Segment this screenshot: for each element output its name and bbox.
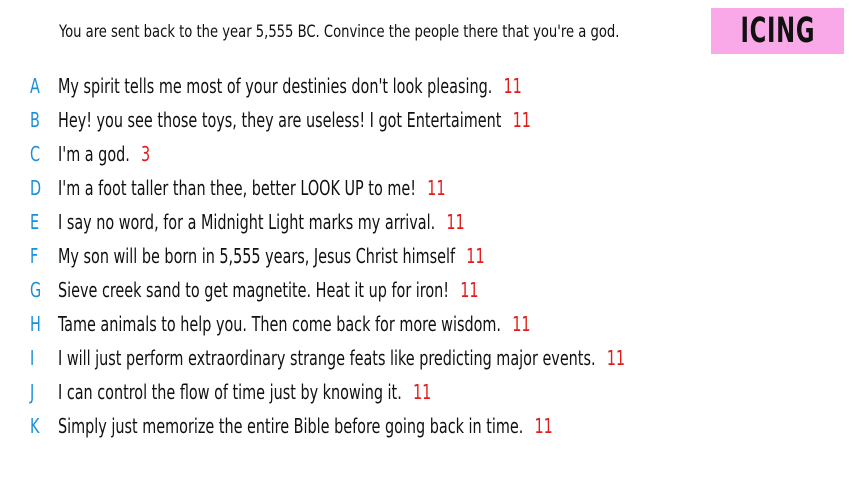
- answer-letter: J: [30, 380, 35, 404]
- answer-text: Tame animals to help you. Then come back…: [58, 312, 501, 336]
- answer-score: 11: [512, 312, 531, 336]
- answer-letter: I: [30, 346, 35, 370]
- answer-score: 11: [460, 278, 479, 302]
- answer-text: My spirit tells me most of your destinie…: [58, 74, 493, 98]
- answer-text: I'm a foot taller than thee, better LOOK…: [58, 176, 416, 200]
- answer-row-e: E I say no word, for a Midnight Light ma…: [0, 207, 853, 237]
- answer-text: I can control the flow of time just by k…: [58, 380, 402, 404]
- answer-letter: F: [30, 244, 39, 268]
- answer-score: 11: [412, 380, 432, 404]
- answer-score: 11: [446, 210, 465, 234]
- answer-score: 11: [466, 244, 485, 268]
- answer-text: Simply just memorize the entire Bible be…: [58, 414, 524, 438]
- answer-row-j: J I can control the flow of time just by…: [0, 377, 853, 407]
- answer-letter: H: [30, 312, 41, 336]
- answer-score: 11: [534, 414, 553, 438]
- answer-row-h: H Tame animals to help you. Then come ba…: [0, 309, 853, 339]
- answer-score: 11: [427, 176, 446, 200]
- answer-letter: B: [30, 108, 40, 132]
- answer-text: Sieve creek sand to get magnetite. Heat …: [58, 278, 450, 302]
- answer-letter: C: [30, 142, 41, 166]
- answer-row-i: I I will just perform extraordinary stra…: [0, 343, 853, 373]
- answer-score: 11: [503, 74, 522, 98]
- answer-text: I will just perform extraordinary strang…: [58, 346, 596, 370]
- answer-score: 11: [512, 108, 531, 132]
- answer-row-a: A My spirit tells me most of your destin…: [0, 71, 853, 101]
- answer-letter: E: [30, 210, 40, 234]
- question-prompt: You are sent back to the year 5,555 BC. …: [59, 22, 620, 42]
- answer-text: I say no word, for a Midnight Light mark…: [58, 210, 436, 234]
- answer-text: Hey! you see those toys, they are useles…: [58, 108, 502, 132]
- answer-row-d: D I'm a foot taller than thee, better LO…: [0, 173, 853, 203]
- answer-row-g: G Sieve creek sand to get magnetite. Hea…: [0, 275, 853, 305]
- answer-row-f: F My son will be born in 5,555 years, Je…: [0, 241, 853, 271]
- answer-score: 3: [141, 142, 151, 166]
- answer-letter: A: [30, 74, 40, 98]
- answer-text: I'm a god.: [58, 142, 130, 166]
- answer-letter: D: [30, 176, 42, 200]
- answer-letter: G: [30, 278, 42, 302]
- answer-letter: K: [30, 414, 40, 438]
- category-badge-label: ICING: [740, 11, 815, 51]
- answer-row-k: K Simply just memorize the entire Bible …: [0, 411, 853, 441]
- answer-row-c: C I'm a god. 3: [0, 139, 853, 169]
- category-badge: ICING: [711, 8, 844, 54]
- answer-row-b: B Hey! you see those toys, they are usel…: [0, 105, 853, 135]
- answer-score: 11: [606, 346, 626, 370]
- answer-text: My son will be born in 5,555 years, Jesu…: [58, 244, 456, 268]
